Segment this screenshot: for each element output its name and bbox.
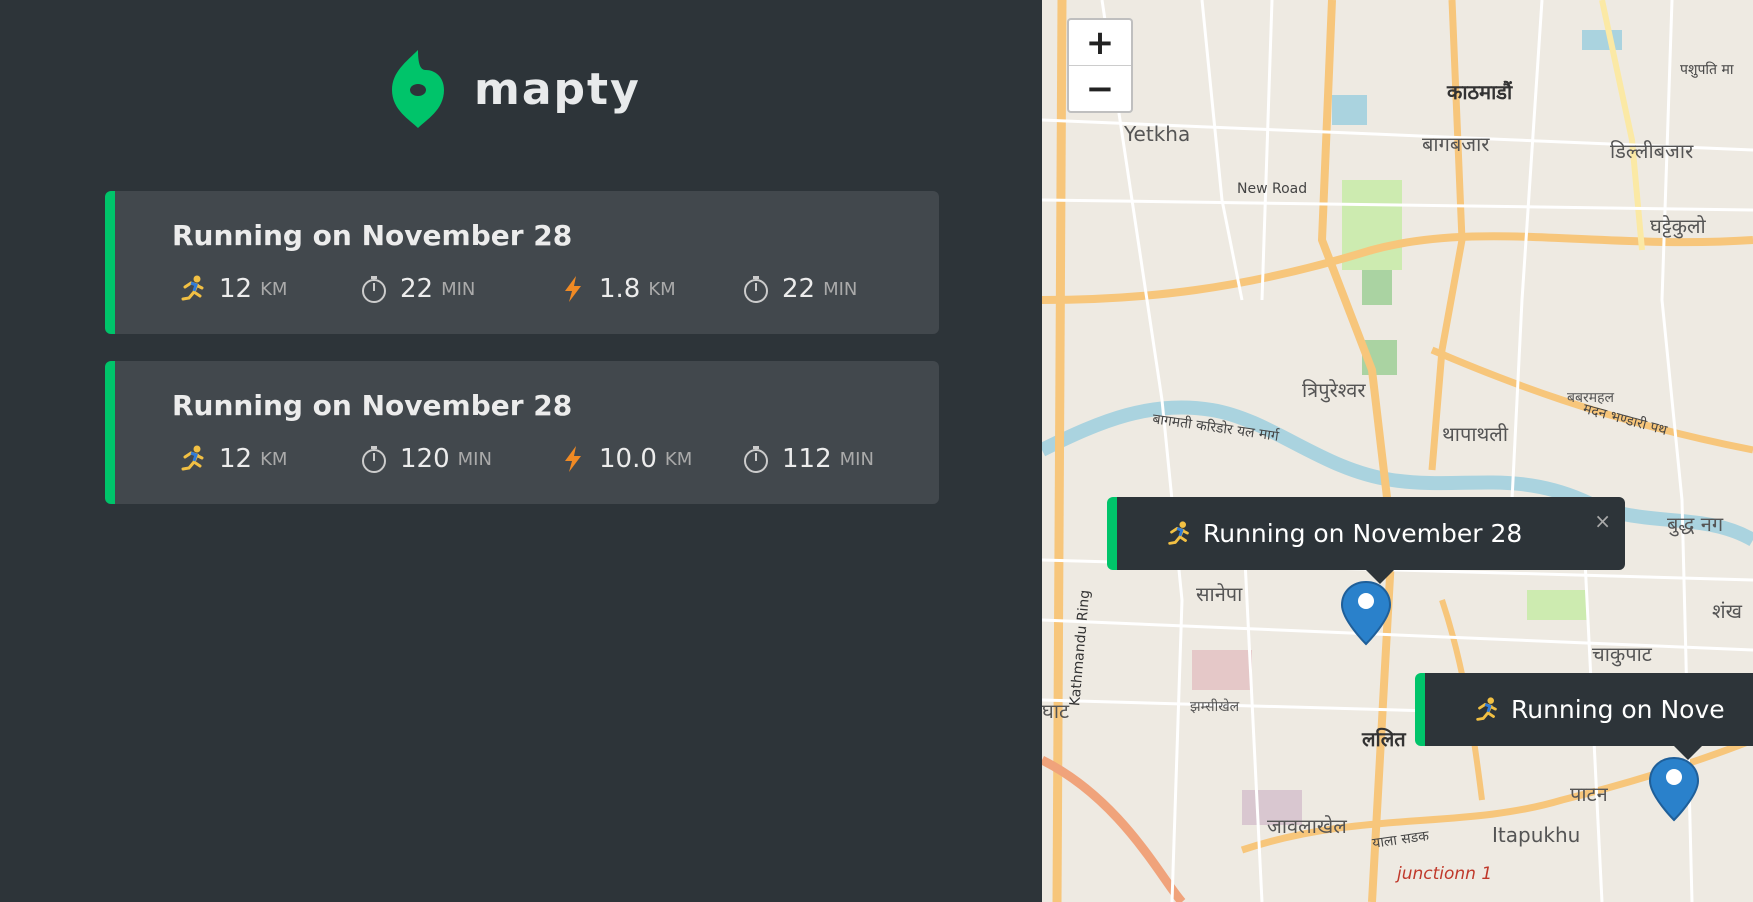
stopwatch-icon: [740, 443, 772, 475]
runner-icon: [177, 443, 209, 475]
cadence-value: 112: [782, 444, 832, 474]
workout-pace: 1.8 km: [557, 273, 676, 305]
popup-text: Running on Nove: [1511, 695, 1725, 724]
distance-unit: km: [260, 278, 288, 300]
logo: mapty: [388, 48, 641, 130]
pace-value: 1.8: [599, 274, 641, 304]
map-label: Yetkha: [1124, 122, 1191, 146]
lightning-icon: [557, 443, 589, 475]
workout-distance: 12 km: [177, 273, 287, 305]
stopwatch-icon: [358, 273, 390, 305]
runner-icon: [1473, 695, 1503, 725]
workout-duration: 120 min: [358, 443, 492, 475]
map-label: झम्सीखेल: [1190, 699, 1240, 715]
map-label: सानेपा: [1196, 582, 1243, 606]
cadence-unit: min: [823, 278, 858, 300]
map-label: त्रिपुरेश्वर: [1302, 378, 1366, 402]
map-label: जावलाखेल: [1267, 814, 1347, 838]
workout-title: Running on November 28: [172, 389, 573, 422]
pace-unit: km: [664, 448, 693, 470]
runner-icon: [177, 273, 209, 305]
popup-text: Running on November 28: [1203, 519, 1523, 548]
workout-popup[interactable]: Running on Nove: [1415, 673, 1753, 746]
workout-cadence: 22 min: [740, 273, 857, 305]
zoom-control: + −: [1067, 18, 1133, 113]
map-label: junctionn 1: [1397, 864, 1493, 884]
map[interactable]: काठमाडौं Yetkha बागबजार डिल्लीबजार New R…: [1042, 0, 1753, 902]
map-pin-logo-icon: [392, 50, 444, 128]
duration-unit: min: [457, 448, 492, 470]
map-label: बुद्ध नग: [1667, 512, 1724, 536]
workout-popup[interactable]: Running on November 28 ×: [1107, 497, 1625, 570]
pace-unit: km: [648, 278, 676, 300]
duration-value: 120: [400, 444, 450, 474]
map-label: शंख: [1712, 599, 1742, 623]
workout-cadence: 112 min: [740, 443, 874, 475]
map-label: काठमाडौं: [1447, 80, 1513, 104]
runner-icon: [1165, 519, 1195, 549]
workout-item[interactable]: Running on November 28 12 km 120 min 1: [105, 361, 939, 504]
distance-value: 12: [219, 444, 253, 474]
map-label: ललित: [1362, 727, 1406, 751]
workout-item[interactable]: Running on November 28 12 km 22 min 1.: [105, 191, 939, 334]
map-label: डिल्लीबजार: [1610, 139, 1694, 163]
zoom-in-button[interactable]: +: [1069, 20, 1131, 65]
map-label: थापाथली: [1442, 422, 1509, 446]
workout-duration: 22 min: [358, 273, 475, 305]
map-label: चाकुपाट: [1592, 642, 1652, 666]
duration-value: 22: [400, 274, 434, 304]
duration-unit: min: [441, 278, 476, 300]
map-label: पशुपति मा: [1680, 62, 1734, 78]
map-marker-icon[interactable]: [1646, 756, 1702, 822]
workout-list: Running on November 28 12 km 22 min 1.: [105, 191, 939, 531]
map-label: पाटन: [1570, 782, 1608, 806]
stopwatch-icon: [358, 443, 390, 475]
distance-unit: km: [260, 448, 288, 470]
map-label: घाट: [1042, 699, 1070, 723]
distance-value: 12: [219, 274, 253, 304]
lightning-icon: [557, 273, 589, 305]
map-label: Itapukhu: [1492, 823, 1581, 847]
map-marker-icon[interactable]: [1338, 580, 1394, 646]
popup-close-icon[interactable]: ×: [1594, 509, 1611, 533]
cadence-value: 22: [782, 274, 816, 304]
map-label: बागबजार: [1422, 132, 1490, 156]
workout-title: Running on November 28: [172, 219, 573, 252]
sidebar: mapty Running on November 28 12 km 22 mi…: [0, 0, 1042, 902]
cadence-unit: min: [839, 448, 874, 470]
stopwatch-icon: [740, 273, 772, 305]
workout-distance: 12 km: [177, 443, 287, 475]
map-label: New Road: [1237, 181, 1308, 197]
map-label: घट्टेकुलो: [1650, 214, 1706, 238]
logo-text: mapty: [474, 63, 641, 115]
pace-value: 10.0: [599, 444, 657, 474]
zoom-out-button[interactable]: −: [1069, 65, 1131, 111]
workout-pace: 10.0 km: [557, 443, 692, 475]
